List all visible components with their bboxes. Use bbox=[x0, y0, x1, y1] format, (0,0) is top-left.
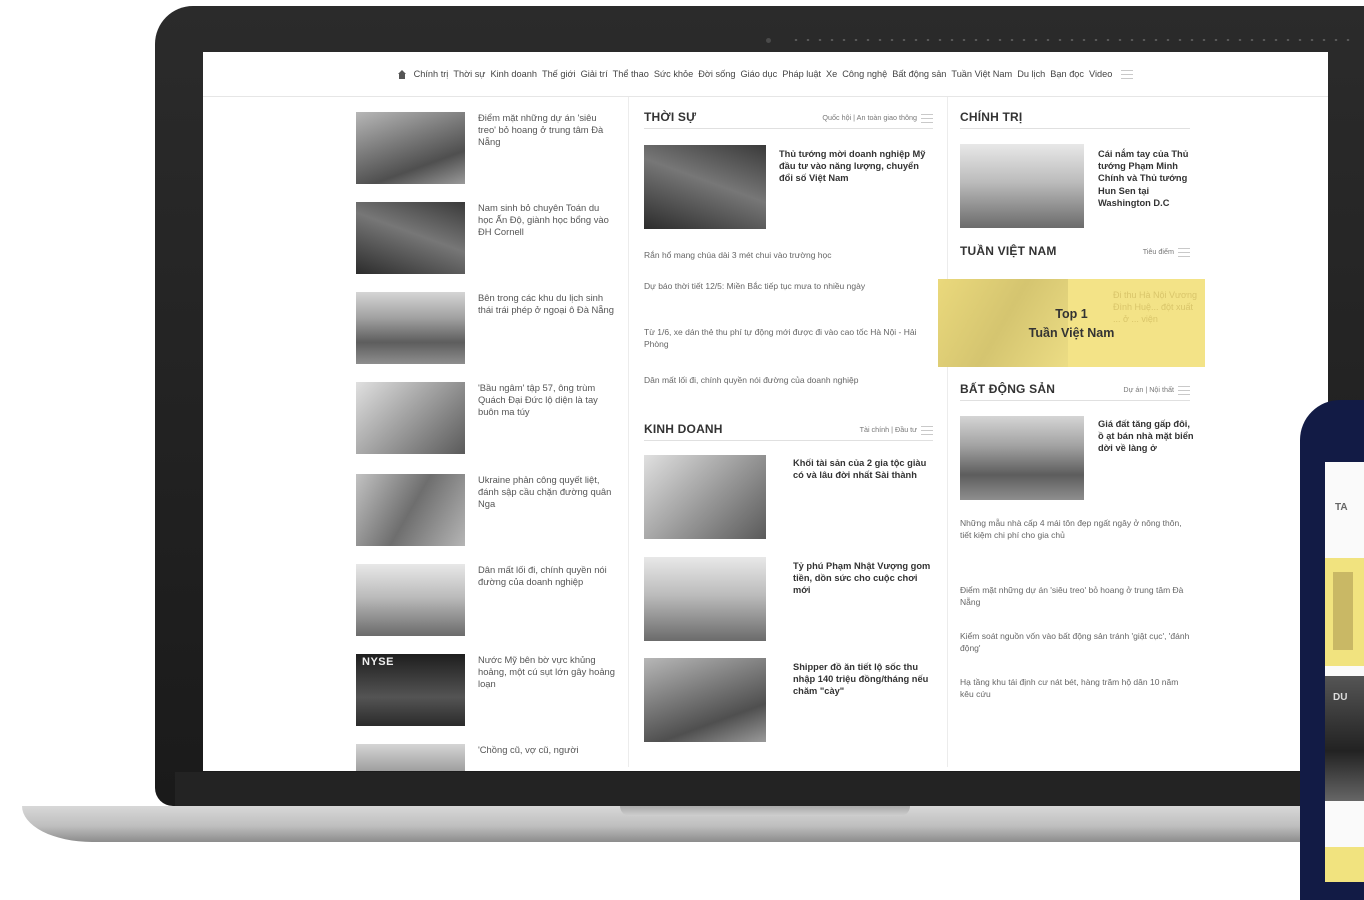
article-title[interactable]: Thủ tướng mời doanh nghiệp Mỹ đầu tư vào… bbox=[779, 148, 935, 185]
article-link[interactable]: Từ 1/6, xe dán thẻ thu phí tự động mới đ… bbox=[644, 326, 934, 350]
article-thumbnail[interactable] bbox=[960, 416, 1084, 500]
nav-item-du-lich[interactable]: Du lịch bbox=[1017, 69, 1045, 79]
nav-item-cong-nghe[interactable]: Công nghệ bbox=[842, 69, 887, 79]
lid-texture bbox=[790, 39, 1350, 41]
laptop-notch bbox=[620, 806, 910, 816]
section-header-chinh-tri: CHÍNH TRỊ bbox=[960, 110, 1190, 129]
nav-item-giao-duc[interactable]: Giáo dục bbox=[740, 69, 777, 79]
column-divider bbox=[628, 97, 629, 767]
banner-image bbox=[938, 279, 1068, 367]
article-title[interactable]: Tỷ phú Phạm Nhật Vượng gom tiền, dồn sức… bbox=[793, 560, 935, 597]
article-title[interactable]: Điểm mặt những dự án 'siêu treo' bỏ hoan… bbox=[478, 112, 616, 149]
menu-icon[interactable] bbox=[921, 426, 933, 435]
nav-item-ban-doc[interactable]: Bạn đọc bbox=[1050, 69, 1084, 79]
nav-item-video[interactable]: Video bbox=[1089, 69, 1112, 79]
nav-item-giai-tri[interactable]: Giải trí bbox=[581, 69, 608, 79]
section-subnav[interactable]: Dự án | Nội thất bbox=[1123, 385, 1174, 394]
section-title[interactable]: TUẦN VIỆT NAM bbox=[960, 244, 1057, 258]
article-link[interactable]: Điểm mặt những dự án 'siêu treo' bỏ hoan… bbox=[960, 584, 1192, 608]
article-thumbnail[interactable] bbox=[356, 382, 465, 454]
article-link[interactable]: Rắn hổ mang chúa dài 3 mét chui vào trườ… bbox=[644, 249, 934, 261]
menu-icon[interactable] bbox=[1121, 69, 1134, 79]
nav-item-chinh-tri[interactable]: Chính trị bbox=[414, 69, 449, 79]
article-title[interactable]: Nam sinh bỏ chuyên Toán du học Ấn Độ, gi… bbox=[478, 202, 616, 239]
nav-item-tuan-viet-nam[interactable]: Tuần Việt Nam bbox=[951, 69, 1012, 79]
banner-title: Tuần Việt Nam bbox=[1028, 326, 1115, 340]
section-header-tuan-viet-nam: TUẦN VIỆT NAM Tiêu điểm bbox=[960, 244, 1190, 262]
nav-item-xe[interactable]: Xe bbox=[826, 69, 837, 79]
nav-item-the-thao[interactable]: Thể thao bbox=[613, 69, 649, 79]
section-title[interactable]: KINH DOANH bbox=[644, 422, 723, 436]
menu-icon[interactable] bbox=[1178, 248, 1190, 257]
article-title[interactable]: Giá đất tăng gấp đôi, ồ ạt bán nhà mặt b… bbox=[1098, 418, 1194, 455]
article-thumbnail[interactable] bbox=[356, 564, 465, 636]
article-thumbnail[interactable] bbox=[960, 144, 1084, 228]
article-link[interactable]: Kiểm soát nguồn vốn vào bất động sản trá… bbox=[960, 630, 1192, 654]
article-thumbnail[interactable] bbox=[356, 474, 465, 546]
camera-icon bbox=[766, 38, 771, 43]
article-title[interactable]: Bên trong các khu du lịch sinh thái trái… bbox=[478, 292, 616, 316]
nav-item-the-gioi[interactable]: Thế giới bbox=[542, 69, 576, 79]
article-link[interactable]: Dân mất lối đi, chính quyền nói đường củ… bbox=[644, 374, 934, 386]
article-thumbnail[interactable] bbox=[644, 658, 766, 742]
section-title[interactable]: CHÍNH TRỊ bbox=[960, 110, 1022, 124]
article-title[interactable]: 'Chồng cũ, vợ cũ, người bbox=[478, 744, 616, 756]
article-thumbnail[interactable]: NYSE bbox=[356, 654, 465, 726]
menu-icon[interactable] bbox=[1178, 386, 1190, 395]
article-title[interactable]: Cái nắm tay của Thủ tướng Phạm Minh Chín… bbox=[1098, 148, 1194, 209]
article-link[interactable]: Hạ tầng khu tái định cư nát bét, hàng tr… bbox=[960, 676, 1192, 700]
laptop-chin bbox=[175, 772, 1364, 808]
phone-section-title: TA bbox=[1335, 502, 1348, 513]
banner-rank: Top 1 bbox=[1055, 307, 1088, 321]
phone-screen: TA DU bbox=[1325, 462, 1364, 882]
nav-item-bat-dong-san[interactable]: Bất động sản bbox=[892, 69, 946, 79]
article-thumbnail[interactable] bbox=[356, 202, 465, 274]
article-thumbnail[interactable] bbox=[644, 557, 766, 641]
article-title[interactable]: Ukraine phản công quyết liệt, đánh sập c… bbox=[478, 474, 616, 511]
phone-thumbnail-text: DU bbox=[1333, 692, 1348, 703]
nav-item-kinh-doanh[interactable]: Kinh doanh bbox=[490, 69, 537, 79]
menu-icon[interactable] bbox=[921, 114, 933, 123]
section-subnav[interactable]: Tài chính | Đầu tư bbox=[860, 425, 917, 434]
article-title[interactable]: Nước Mỹ bên bờ vực khủng hoảng, một cú s… bbox=[478, 654, 616, 691]
browser-screen: Chính trị Thời sự Kinh doanh Thế giới Gi… bbox=[203, 52, 1328, 771]
section-subnav[interactable]: Quốc hội | An toàn giao thông bbox=[822, 113, 917, 122]
article-title[interactable]: Shipper đồ ăn tiết lộ sốc thu nhập 140 t… bbox=[793, 661, 935, 698]
section-title[interactable]: THỜI SỰ bbox=[644, 110, 696, 124]
article-thumbnail[interactable] bbox=[356, 112, 465, 184]
article-thumbnail[interactable] bbox=[644, 145, 766, 229]
home-icon[interactable] bbox=[397, 69, 407, 79]
nav-item-phap-luat[interactable]: Pháp luật bbox=[782, 69, 821, 79]
article-title[interactable]: Khối tài sản của 2 gia tộc giàu có và lâ… bbox=[793, 457, 935, 481]
thumbnail-caption: NYSE bbox=[362, 656, 394, 668]
article-link[interactable]: Những mẫu nhà cấp 4 mái tôn đẹp ngất ngâ… bbox=[960, 517, 1192, 541]
article-title[interactable]: 'Bầu ngâm' tập 57, ông trùm Quách Đại Đứ… bbox=[478, 382, 616, 419]
section-header-kinh-doanh: KINH DOANH Tài chính | Đầu tư bbox=[644, 422, 933, 441]
section-header-bat-dong-san: BẤT ĐỘNG SẢN Dự án | Nội thất bbox=[960, 382, 1190, 401]
section-header-thoi-su: THỜI SỰ Quốc hội | An toàn giao thông bbox=[644, 110, 933, 129]
nav-item-thoi-su[interactable]: Thời sự bbox=[453, 69, 485, 79]
top-banner[interactable]: Đi thu Hà Nội Vương Đình Huệ... đột xuất… bbox=[938, 279, 1205, 367]
article-title[interactable]: Dân mất lối đi, chính quyền nói đường củ… bbox=[478, 564, 616, 588]
article-thumbnail[interactable] bbox=[356, 744, 465, 771]
phone-banner bbox=[1325, 847, 1364, 882]
column-divider bbox=[947, 97, 948, 767]
article-thumbnail[interactable] bbox=[356, 292, 465, 364]
article-link[interactable]: Dự báo thời tiết 12/5: Miền Bắc tiếp tục… bbox=[644, 280, 934, 292]
section-subnav[interactable]: Tiêu điểm bbox=[1143, 247, 1174, 256]
article-thumbnail[interactable] bbox=[644, 455, 766, 539]
nav-item-doi-song[interactable]: Đời sống bbox=[698, 69, 735, 79]
section-title[interactable]: BẤT ĐỘNG SẢN bbox=[960, 382, 1055, 396]
nav-item-suc-khoe[interactable]: Sức khỏe bbox=[654, 69, 693, 79]
main-nav: Chính trị Thời sự Kinh doanh Thế giới Gi… bbox=[203, 52, 1328, 97]
phone-banner bbox=[1325, 558, 1364, 666]
